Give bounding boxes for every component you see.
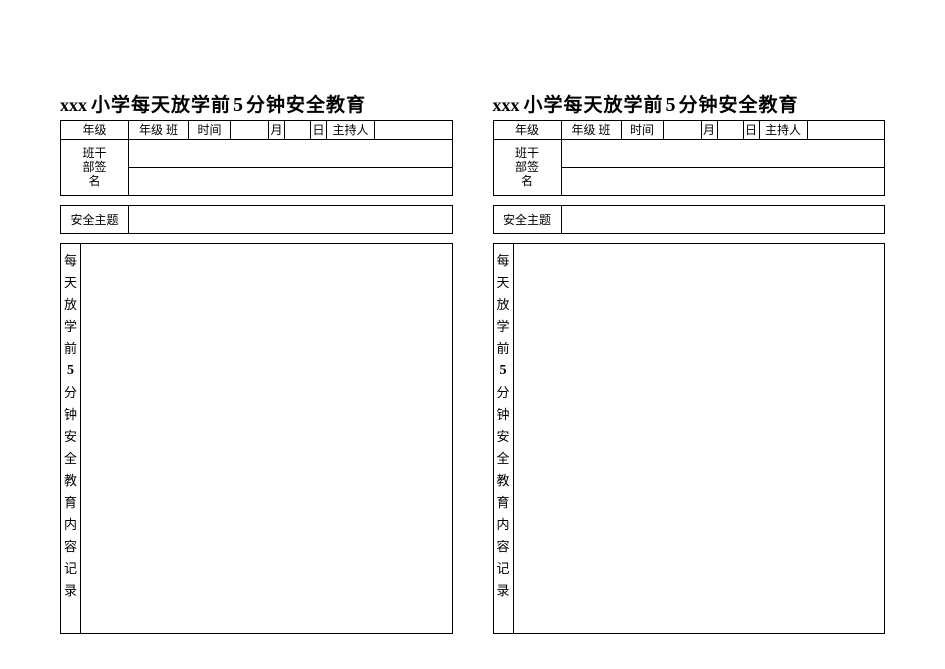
spacer-2 [493, 234, 885, 244]
vertical-text: 每 天 放 学 前 5 分 钟 安 全 教 育 内 容 记 [61, 250, 80, 602]
day-suffix: 日 [311, 121, 327, 140]
content-vertical-label: 每 天 放 学 前 5 分 钟 安 全 教 育 内 容 记 [493, 244, 513, 634]
day-suffix: 日 [743, 121, 759, 140]
safety-form-left: xxx 小学每天放学前 5 分钟安全教育 年级 年级 班 时间 [60, 90, 453, 634]
title-number: 5 [233, 94, 244, 117]
signature-field-2[interactable] [561, 168, 884, 196]
signature-label: 班干部签名 [493, 140, 561, 196]
host-blank[interactable] [807, 121, 884, 140]
signature-label: 班干部签名 [61, 140, 129, 196]
header-row: 年级 年级 班 时间 月 日 主持人 [493, 121, 885, 140]
content-vertical-label: 每 天 放 学 前 5 分 钟 安 全 教 育 内 容 记 [61, 244, 81, 634]
month-suffix: 月 [269, 121, 285, 140]
topic-label: 安全主题 [61, 206, 129, 234]
grade-class-cell[interactable]: 年级 班 [561, 121, 621, 140]
grade-class-cell[interactable]: 年级 班 [129, 121, 189, 140]
signature-row-1: 班干部签名 [493, 140, 885, 168]
form-title: xxx 小学每天放学前 5 分钟安全教育 [493, 90, 886, 117]
host-blank[interactable] [375, 121, 452, 140]
spacer-2 [61, 234, 453, 244]
signature-row-1: 班干部签名 [61, 140, 453, 168]
title-part1: 小学每天放学前 [524, 90, 664, 117]
form-table: 年级 年级 班 时间 月 日 主持人 班干部签名 安全主题 [60, 120, 453, 634]
spacer-1 [61, 196, 453, 206]
month-blank[interactable] [663, 121, 701, 140]
form-title: xxx 小学每天放学前 5 分钟安全教育 [60, 90, 453, 117]
content-field[interactable] [513, 244, 885, 634]
time-label: 时间 [621, 121, 663, 140]
school-prefix: xxx [493, 95, 520, 116]
time-label: 时间 [189, 121, 231, 140]
title-number: 5 [666, 94, 677, 117]
signature-field-1[interactable] [561, 140, 884, 168]
host-label: 主持人 [759, 121, 807, 140]
content-row: 每 天 放 学 前 5 分 钟 安 全 教 育 内 容 记 [493, 244, 885, 634]
day-blank[interactable] [285, 121, 311, 140]
safety-form-right: xxx 小学每天放学前 5 分钟安全教育 年级 年级 班 时间 [493, 90, 886, 634]
vertical-text: 每 天 放 学 前 5 分 钟 安 全 教 育 内 容 记 [494, 250, 513, 602]
topic-label: 安全主题 [493, 206, 561, 234]
month-suffix: 月 [701, 121, 717, 140]
form-table: 年级 年级 班 时间 月 日 主持人 班干部签名 安全主题 [493, 120, 886, 634]
content-row: 每 天 放 学 前 5 分 钟 安 全 教 育 内 容 记 [61, 244, 453, 634]
grade-label: 年级 [493, 121, 561, 140]
spacer-1 [493, 196, 885, 206]
header-row: 年级 年级 班 时间 月 日 主持人 [61, 121, 453, 140]
topic-field[interactable] [129, 206, 452, 234]
school-prefix: xxx [60, 95, 87, 116]
day-blank[interactable] [717, 121, 743, 140]
content-field[interactable] [81, 244, 453, 634]
month-blank[interactable] [231, 121, 269, 140]
host-label: 主持人 [327, 121, 375, 140]
topic-row: 安全主题 [493, 206, 885, 234]
signature-field-1[interactable] [129, 140, 452, 168]
signature-field-2[interactable] [129, 168, 452, 196]
topic-row: 安全主题 [61, 206, 453, 234]
title-part1: 小学每天放学前 [91, 90, 231, 117]
topic-field[interactable] [561, 206, 884, 234]
title-part2: 分钟安全教育 [246, 90, 366, 117]
title-part2: 分钟安全教育 [679, 90, 799, 117]
grade-label: 年级 [61, 121, 129, 140]
